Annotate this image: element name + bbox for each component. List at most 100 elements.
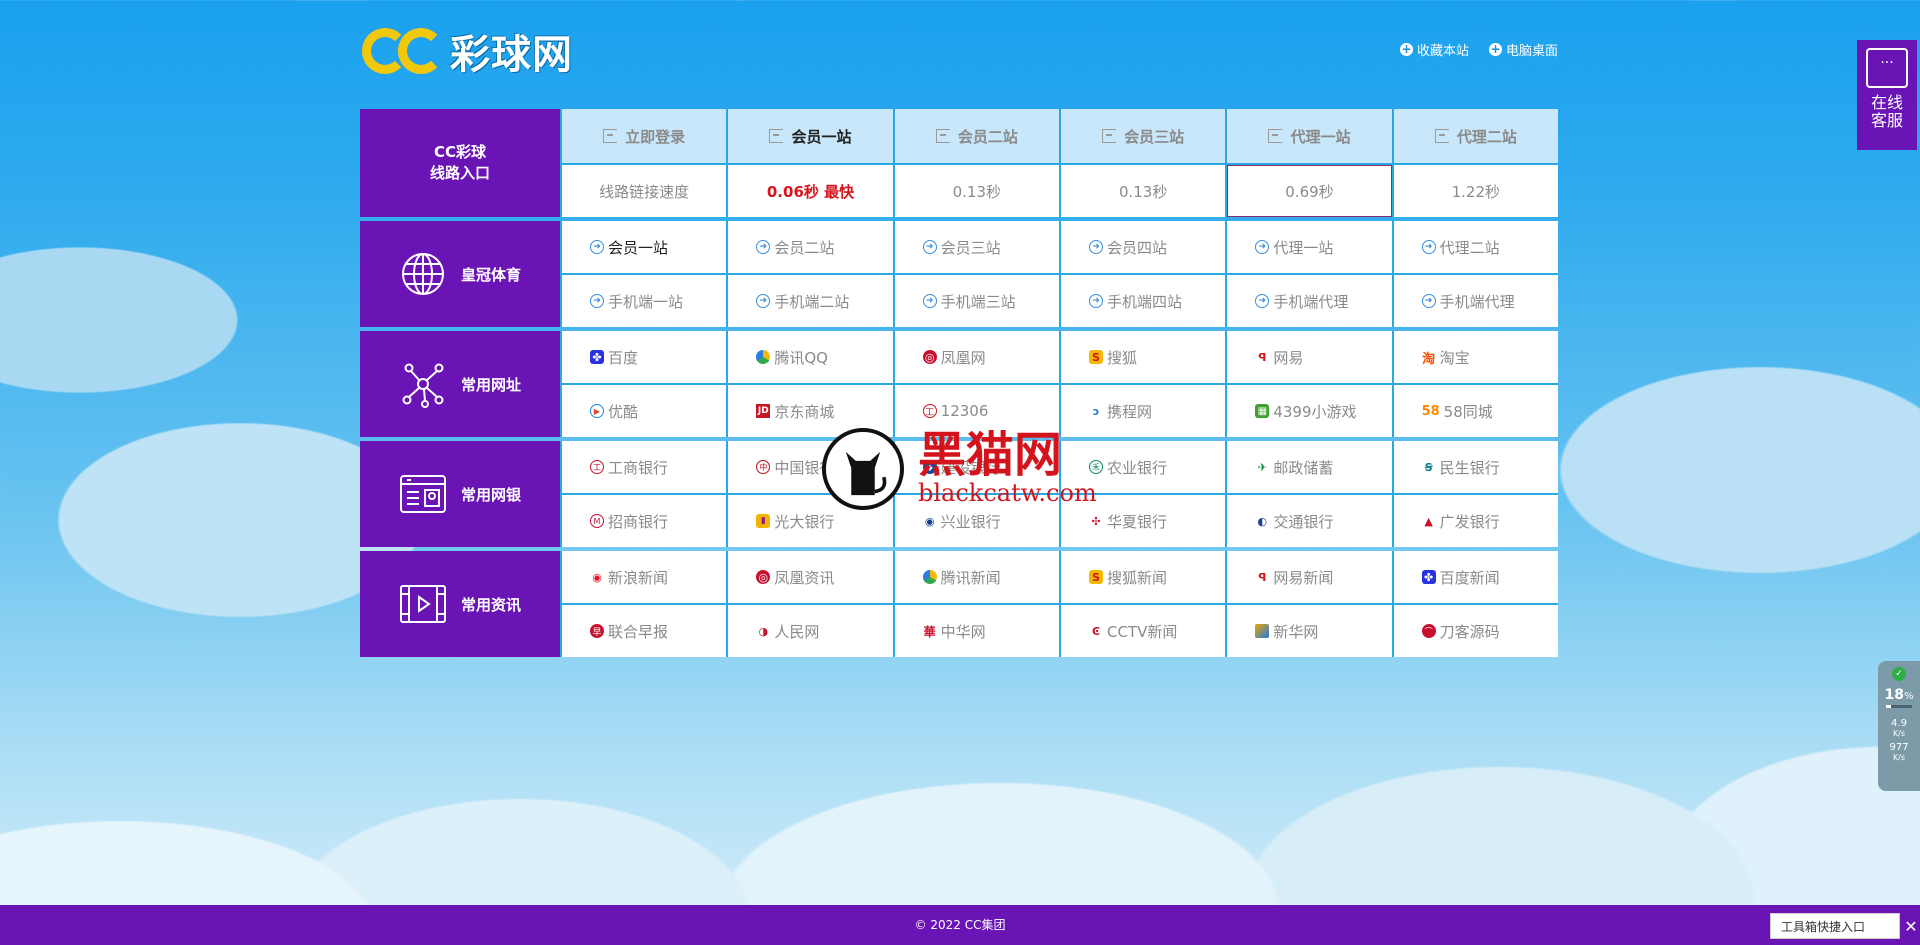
site-link-jd[interactable]: JD 京东商城 — [728, 385, 893, 437]
usage-bar — [1886, 705, 1912, 708]
news-section: 常用资讯 ◉ 新浪新闻 ◎ 凤凰资讯 腾讯新闻 S 搜狐新闻 ꟼ 网易新闻 ✤ 百度新闻 … — [360, 551, 1558, 657]
site-link-taobao[interactable]: 淘淘宝 — [1393, 331, 1558, 383]
site-link-ctrip[interactable]: ↄ 携程网 — [1060, 385, 1226, 437]
news-link-sohu[interactable]: S 搜狐新闻 — [1060, 551, 1226, 603]
bank-link-icbc[interactable]: 工工商银行 — [562, 441, 727, 493]
netease-icon: ꟼ — [1258, 570, 1267, 584]
arrow-right-circle-icon: ➜ — [590, 294, 604, 308]
netease-icon: ꟼ — [1258, 350, 1267, 364]
sports-link[interactable]: ➜ 手机端二站 — [728, 275, 893, 327]
people-icon: ◑ — [758, 624, 769, 638]
sports-link[interactable]: ➜ 手机端代理 — [1393, 275, 1558, 327]
news-link-daoke[interactable]: ⌒ 刀客源码 — [1393, 605, 1558, 657]
news-link-163[interactable]: ꟼ 网易新闻 — [1227, 551, 1392, 603]
abc-icon: 禾 — [1088, 460, 1103, 474]
sports-link[interactable]: ➜ 手机端代理 — [1227, 275, 1392, 327]
download-rate: 977 — [1889, 742, 1909, 753]
route-login[interactable]: 立即登录 — [562, 109, 727, 163]
youku-play-icon: ▶ — [590, 404, 604, 418]
news-link-xinhua[interactable]: 新华网 — [1227, 605, 1392, 657]
bank-card-icon — [399, 475, 446, 513]
bank-link-hxb[interactable]: ✣ 华夏银行 — [1060, 495, 1226, 547]
logo-text: 彩球网 — [450, 32, 573, 78]
news-link-ifeng[interactable]: ◎ 凤凰资讯 — [728, 551, 893, 603]
bank-link-bocom[interactable]: ◐ 交通银行 — [1227, 495, 1392, 547]
bank-link-cmbc[interactable]: Ꞩ 民生银行 — [1393, 441, 1558, 493]
taobao-icon: 淘 — [1422, 351, 1436, 367]
site-link-4399[interactable]: ▦ 4399小游戏 — [1227, 385, 1392, 437]
route-speed-value: 0.69秒 — [1227, 165, 1392, 217]
arrow-right-circle-icon: ➜ — [1421, 240, 1436, 254]
railway-icon: 工 — [922, 404, 937, 418]
news-link-cctv[interactable]: Ͼ CCTV新闻 — [1060, 605, 1226, 657]
arrow-right-circle-icon: ➜ — [922, 240, 937, 254]
sports-link[interactable]: ➜ 手机端三站 — [894, 275, 1059, 327]
route-speed-value: 1.22秒 — [1393, 165, 1558, 217]
bank-link-psbc[interactable]: ✈ 邮政储蓄 — [1227, 441, 1392, 493]
news-link-zaobao[interactable]: 早联合早报 — [562, 605, 727, 657]
daoke-icon: ⌒ — [1421, 624, 1436, 638]
sports-link[interactable]: ➜ 代理二站 — [1393, 221, 1558, 273]
network-speed-widget[interactable]: ✓ 18% 4.9 K/s 977 K/s — [1878, 661, 1920, 791]
sports-link[interactable]: ➜ 手机端一站 — [562, 275, 727, 327]
plus-circle-icon: + — [1399, 42, 1413, 56]
tencent-qq-icon — [756, 350, 771, 364]
bank-link-ceb[interactable]: ▮ 光大银行 — [728, 495, 893, 547]
route-member-2[interactable]: 会员二站 — [894, 109, 1059, 163]
news-link-china[interactable]: 華中华网 — [894, 605, 1059, 657]
route-member-1[interactable]: 会员一站 — [728, 109, 893, 163]
plus-circle-icon: + — [1488, 42, 1502, 56]
site-link-qq[interactable]: 腾讯QQ — [728, 331, 893, 383]
baidu-paw-icon: ✤ — [1421, 570, 1436, 584]
site-logo[interactable]: 彩球网 — [362, 22, 573, 80]
arrow-right-circle-icon: ➜ — [1255, 294, 1270, 308]
close-icon[interactable]: ✕ — [1901, 914, 1920, 940]
news-link-sina[interactable]: ◉ 新浪新闻 — [562, 551, 727, 603]
route-speed-label: 线路链接速度 — [562, 165, 727, 217]
route-agent-1[interactable]: 代理一站 — [1227, 109, 1392, 163]
ctrip-icon: ↄ — [1092, 404, 1100, 418]
bank-link-cmb[interactable]: M 招商银行 — [562, 495, 727, 547]
boc-icon: 中 — [756, 460, 771, 474]
sports-link[interactable]: ➜ 会员四站 — [1060, 221, 1226, 273]
sports-link[interactable]: ➜ 代理一站 — [1227, 221, 1392, 273]
toolbox-shortcut[interactable]: 工具箱快捷入口 ✕ — [1769, 913, 1918, 939]
news-link-baidu[interactable]: ✤ 百度新闻 — [1393, 551, 1558, 603]
bank-link-boc[interactable]: 中中国银行 — [728, 441, 893, 493]
site-link-12306[interactable]: 工 12306 — [894, 385, 1059, 437]
58-icon: 58 — [1421, 403, 1440, 419]
route-speed-value: 0.06秒 最快 — [728, 165, 893, 217]
online-service-button[interactable]: ··· 在线 客服 — [1857, 40, 1917, 150]
site-link-58[interactable]: 58 58同城 — [1393, 385, 1558, 437]
sports-link[interactable]: ➜ 手机端四站 — [1060, 275, 1226, 327]
footer: © 2022 CC集团 工具箱快捷入口 ✕ — [0, 905, 1920, 945]
bank-link-abc[interactable]: 禾农业银行 — [1060, 441, 1226, 493]
desktop-shortcut-link[interactable]: + 电脑桌面 — [1488, 40, 1558, 59]
bank-link-cgb[interactable]: ▲ 广发银行 — [1393, 495, 1558, 547]
bank-link-ccb[interactable]: ◆ 建设银行 — [894, 441, 1059, 493]
sports-link[interactable]: ➜ 会员三站 — [894, 221, 1059, 273]
arrow-right-circle-icon: ➜ — [590, 240, 604, 254]
sites-section-title: 常用网址 — [460, 375, 521, 394]
jd-icon: JD — [756, 404, 771, 418]
banks-section-title: 常用网银 — [460, 485, 521, 504]
ccb-icon: ◆ — [922, 460, 937, 474]
bookmark-site-link[interactable]: + 收藏本站 — [1399, 40, 1469, 59]
site-link-163[interactable]: ꟼ 网易 — [1227, 331, 1392, 383]
bank-link-cib[interactable]: ◉ 兴业银行 — [894, 495, 1059, 547]
site-link-ifeng[interactable]: ◎ 凤凰网 — [894, 331, 1059, 383]
site-link-baidu[interactable]: ✤ 百度 — [562, 331, 727, 383]
copyright-text: © 2022 CC集团 — [914, 918, 1006, 932]
site-link-youku[interactable]: ▶ 优酷 — [562, 385, 727, 437]
login-door-icon — [935, 129, 950, 143]
sports-link[interactable]: ➜ 会员二站 — [728, 221, 893, 273]
xinhua-icon — [1255, 624, 1270, 638]
zaobao-icon: 早 — [590, 624, 604, 638]
news-link-people[interactable]: ◑ 人民网 — [728, 605, 893, 657]
sports-link[interactable]: ➜ 会员一站 — [562, 221, 727, 273]
chat-bubble-icon: ··· — [1866, 48, 1908, 88]
site-link-sohu[interactable]: S 搜狐 — [1060, 331, 1226, 383]
news-link-tencent[interactable]: 腾讯新闻 — [894, 551, 1059, 603]
route-member-3[interactable]: 会员三站 — [1060, 109, 1226, 163]
route-agent-2[interactable]: 代理二站 — [1393, 109, 1558, 163]
